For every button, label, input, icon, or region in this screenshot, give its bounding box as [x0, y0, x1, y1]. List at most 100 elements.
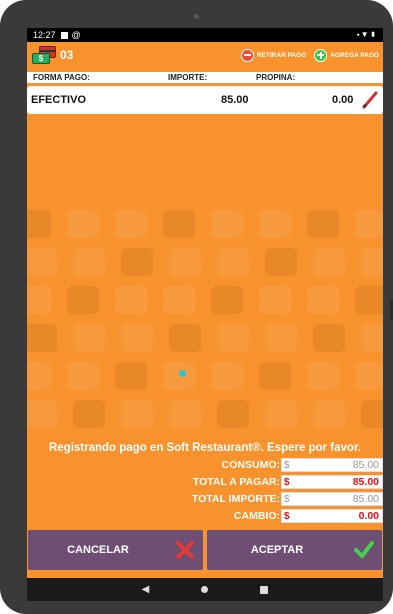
food-pattern-icon	[163, 286, 195, 314]
food-pattern-icon	[265, 248, 297, 276]
plus-circle-icon	[314, 48, 328, 62]
food-pattern-icon	[307, 362, 339, 390]
status-bar: 12:27 @ ⬩▼▮	[27, 28, 383, 42]
food-pattern-icon	[169, 248, 201, 276]
card-money-icon: $	[31, 44, 57, 66]
food-pattern-icon	[27, 362, 51, 390]
remove-payment-label: RETIRAR PAGO	[256, 51, 307, 59]
food-pattern-icon	[265, 400, 297, 428]
payment-header: $ 03 RETIRAR PAGO AGREGA PAGO	[27, 42, 383, 68]
food-pattern-icon	[361, 324, 383, 352]
status-time: 12:27	[33, 30, 56, 40]
food-pattern-icon	[67, 286, 99, 314]
total-row-total-importe: TOTAL IMPORTE: $ 85.00	[27, 492, 383, 507]
food-pattern-icon	[313, 248, 345, 276]
food-pattern-icon	[163, 210, 195, 238]
total-label: CAMBIO:	[233, 510, 280, 522]
food-icons-background	[27, 208, 383, 448]
total-label: TOTAL A PAGAR:	[192, 476, 280, 488]
pencil-icon[interactable]	[361, 90, 379, 110]
food-pattern-icon	[163, 362, 195, 390]
food-pattern-icon	[27, 286, 51, 314]
food-pattern-icon	[361, 400, 383, 428]
food-pattern-icon	[355, 362, 383, 390]
currency-symbol: $	[284, 477, 290, 488]
total-field: $ 85.00	[281, 458, 383, 472]
food-pattern-icon	[361, 248, 383, 276]
food-pattern-icon	[217, 248, 249, 276]
col-tip: PROPINA:	[256, 73, 296, 82]
android-nav-bar: ◀	[27, 578, 383, 601]
accept-label: ACEPTAR	[250, 544, 304, 556]
accept-button[interactable]: ACEPTAR	[207, 530, 382, 570]
food-pattern-icon	[73, 324, 105, 352]
food-pattern-icon	[121, 248, 153, 276]
add-payment-label: AGREGA PAGO	[330, 51, 379, 59]
food-pattern-icon	[169, 324, 201, 352]
food-pattern-icon	[115, 210, 147, 238]
back-icon[interactable]: ◀	[142, 584, 150, 595]
total-row-total-a-pagar: TOTAL A PAGAR: $ 85.00	[27, 475, 383, 490]
food-pattern-icon	[211, 210, 243, 238]
col-method: FORMA PAGO:	[33, 73, 90, 82]
food-pattern-icon	[307, 210, 339, 238]
food-pattern-icon	[259, 362, 291, 390]
action-bar: CANCELAR ACEPTAR	[27, 530, 383, 572]
remove-payment-button[interactable]: RETIRAR PAGO	[240, 48, 307, 62]
payment-method: EFECTIVO	[31, 94, 87, 106]
food-pattern-icon	[27, 324, 57, 352]
food-pattern-icon	[121, 400, 153, 428]
total-label: CONSUMO:	[221, 459, 280, 471]
camera-icon	[194, 14, 199, 19]
total-value: 85.00	[352, 493, 379, 505]
food-pattern-icon	[259, 210, 291, 238]
cancel-button[interactable]: CANCELAR	[28, 530, 203, 570]
food-pattern-icon	[27, 248, 57, 276]
total-value: 85.00	[352, 476, 379, 488]
food-pattern-icon	[211, 362, 243, 390]
add-payment-button[interactable]: AGREGA PAGO	[314, 48, 379, 62]
close-x-icon	[176, 541, 194, 559]
status-message: Registrando pago en Soft Restaurant®. Es…	[48, 442, 361, 454]
signal-battery-icons: ⬩▼▮	[356, 30, 377, 39]
minus-circle-icon	[240, 48, 254, 62]
total-row-cambio: CAMBIO: $ 0.00	[27, 509, 383, 524]
touch-indicator	[179, 370, 186, 377]
total-field: $ 85.00	[281, 475, 383, 489]
food-pattern-icon	[355, 210, 383, 238]
total-value: 0.00	[358, 510, 379, 522]
food-pattern-icon	[211, 286, 243, 314]
payment-tip: 0.00	[332, 94, 354, 106]
payment-row[interactable]: EFECTIVO 85.00 0.00	[27, 86, 383, 114]
food-pattern-icon	[355, 286, 383, 314]
food-pattern-icon	[259, 286, 291, 314]
food-pattern-icon	[67, 362, 99, 390]
food-pattern-icon	[217, 324, 249, 352]
food-pattern-icon	[217, 400, 249, 428]
food-pattern-icon	[27, 400, 57, 428]
food-pattern-icon	[169, 400, 201, 428]
top-bezel	[0, 0, 393, 28]
food-pattern-icon	[121, 324, 153, 352]
sync-icon: @	[71, 30, 81, 40]
total-label: TOTAL IMPORTE:	[191, 493, 280, 505]
food-pattern-icon	[115, 362, 147, 390]
card-count: 03	[60, 48, 74, 62]
food-pattern-icon	[313, 400, 345, 428]
currency-symbol: $	[284, 460, 290, 471]
food-pattern-icon	[73, 400, 105, 428]
recent-apps-icon[interactable]	[260, 585, 269, 594]
tablet-frame: 12:27 @ ⬩▼▮ $ 03 RETIRAR PAGO AGREGA PAG…	[0, 0, 393, 614]
food-pattern-icon	[307, 286, 339, 314]
notification-icon	[60, 31, 68, 39]
bill-symbol: $	[32, 53, 50, 64]
total-row-consumo: CONSUMO: $ 85.00	[27, 458, 383, 473]
food-pattern-icon	[73, 248, 105, 276]
total-value: 85.00	[352, 459, 379, 471]
totals-panel: CONSUMO: $ 85.00 TOTAL A PAGAR: $ 85.00 …	[27, 458, 383, 528]
home-icon[interactable]	[201, 586, 209, 593]
currency-symbol: $	[284, 494, 290, 505]
food-pattern-icon	[265, 324, 297, 352]
food-pattern-icon	[115, 286, 147, 314]
food-pattern-icon	[67, 210, 99, 238]
